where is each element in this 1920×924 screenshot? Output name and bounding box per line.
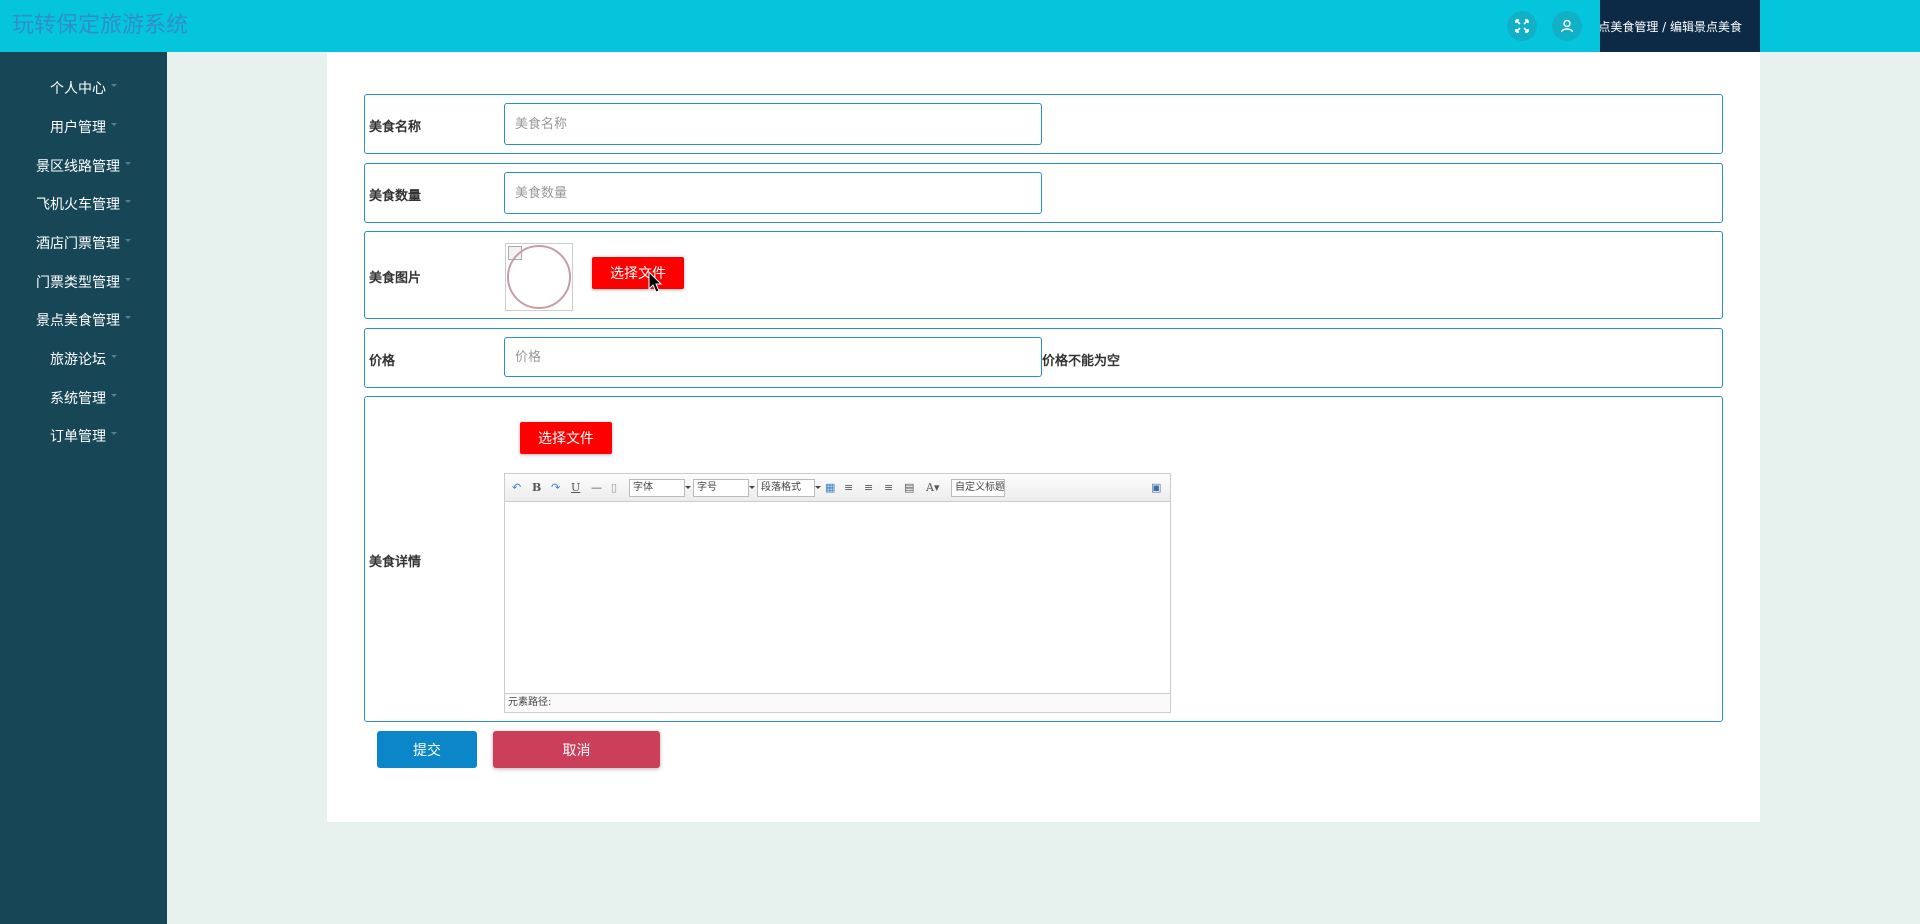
sidebar-item-label: 用户管理 (50, 120, 106, 136)
form-row-food-quantity: 美食数量 (364, 163, 1723, 223)
sidebar-item-order-management[interactable]: 订单管理 (0, 424, 167, 448)
mouse-cursor-icon (648, 271, 663, 293)
sidebar-item-label: 旅游论坛 (50, 352, 106, 368)
breadcrumb-text: 景点美食管理 / 编辑景点美食 (1600, 19, 1742, 34)
image-frame (507, 245, 571, 309)
clear-format-icon[interactable]: ▯ (611, 481, 617, 495)
file-button-label: 选择文件 (538, 431, 594, 447)
paragraph-format-label: 段落格式 (761, 482, 801, 493)
form-row-food-name: 美食名称 (364, 94, 1723, 154)
submit-label: 提交 (413, 742, 441, 759)
custom-title-label: 自定义标题 (955, 482, 1005, 493)
bold-icon[interactable]: B (532, 481, 541, 495)
editor-body[interactable] (505, 503, 1170, 693)
sidebar-item-label: 订单管理 (50, 429, 106, 445)
sidebar-item-ticket-type-management[interactable]: 门票类型管理 (0, 270, 167, 294)
dropdown-arrow-icon (749, 486, 755, 489)
caret-down-icon (111, 354, 117, 358)
caret-down-icon (125, 277, 131, 281)
form-row-food-image: 美食图片 选择文件 (364, 231, 1723, 319)
caret-down-icon (125, 199, 131, 203)
caret-down-icon (125, 238, 131, 242)
caret-down-icon (111, 83, 117, 87)
sidebar-item-label: 门票类型管理 (36, 275, 120, 291)
custom-title-select[interactable]: 自定义标题 (951, 479, 1005, 497)
font-color-icon[interactable]: A▾ (926, 481, 939, 495)
sidebar-item-label: 景区线路管理 (36, 159, 120, 175)
food-image-preview (505, 243, 573, 311)
align-left-icon[interactable]: ≡ (844, 481, 853, 495)
cancel-label: 取消 (562, 742, 591, 759)
sidebar-item-hotel-ticket-management[interactable]: 酒店门票管理 (0, 231, 167, 255)
food-image-label: 美食图片 (369, 271, 422, 286)
caret-down-icon (111, 431, 117, 435)
food-name-input[interactable] (504, 103, 1042, 145)
dropdown-arrow-icon (815, 486, 821, 489)
sidebar-item-label: 飞机火车管理 (36, 197, 120, 213)
details-file-select-button[interactable]: 选择文件 (520, 422, 612, 454)
source-code-icon[interactable]: ▣ (1151, 481, 1161, 495)
submit-button[interactable]: 提交 (377, 731, 477, 768)
sidebar-item-label: 酒店门票管理 (36, 236, 120, 252)
horizontal-rule-icon[interactable]: — (591, 481, 602, 495)
food-quantity-input[interactable] (504, 172, 1042, 214)
undo-icon[interactable]: ↶ (512, 481, 521, 495)
breadcrumb: 景点美食管理 / 编辑景点美食 (1600, 0, 1760, 52)
font-family-select[interactable]: 字体 (629, 479, 691, 497)
sidebar-item-label: 系统管理 (50, 391, 106, 407)
editor-toolbar: ↶ B ↷ U — ▯ 字体 字号 段落格式 ▦ ≡ ≡ ≡ ▤ A▾ 自定义标… (505, 474, 1170, 502)
sidebar-item-label: 景点美食管理 (36, 313, 120, 329)
redo-icon[interactable]: ↷ (551, 481, 560, 495)
sidebar-item-route-management[interactable]: 景区线路管理 (0, 154, 167, 178)
element-path-label: 元素路径: (508, 697, 552, 708)
font-family-label: 字体 (633, 482, 653, 493)
sidebar-item-system-management[interactable]: 系统管理 (0, 386, 167, 410)
expand-icon (1515, 19, 1529, 33)
form-row-food-details: 美食详情 选择文件 ↶ B ↷ U — ▯ 字体 字号 段落格式 ▦ ≡ ≡ ≡… (364, 396, 1723, 722)
caret-down-icon (125, 161, 131, 165)
price-validation-message: 价格不能为空 (1042, 354, 1121, 369)
caret-down-icon (111, 393, 117, 397)
sidebar-item-food-management[interactable]: 景点美食管理 (0, 308, 167, 332)
caret-down-icon (125, 315, 131, 319)
caret-down-icon (111, 122, 117, 126)
sidebar: 个人中心 用户管理 景区线路管理 飞机火车管理 酒店门票管理 门票类型管理 景点… (0, 52, 167, 924)
sidebar-item-user-management[interactable]: 用户管理 (0, 115, 167, 139)
rich-text-editor: ↶ B ↷ U — ▯ 字体 字号 段落格式 ▦ ≡ ≡ ≡ ▤ A▾ 自定义标… (504, 473, 1171, 713)
sidebar-item-travel-forum[interactable]: 旅游论坛 (0, 347, 167, 371)
underline-icon[interactable]: U (571, 481, 580, 495)
price-input[interactable] (504, 337, 1042, 377)
sidebar-item-label: 个人中心 (50, 81, 106, 97)
user-icon (1560, 19, 1574, 33)
align-right-icon[interactable]: ≡ (864, 481, 873, 495)
font-size-select[interactable]: 字号 (693, 479, 755, 497)
dropdown-arrow-icon (685, 486, 691, 489)
align-justify-icon[interactable]: ▤ (904, 481, 914, 495)
user-menu-button[interactable] (1552, 11, 1582, 41)
form-row-price: 价格 价格不能为空 (364, 328, 1723, 388)
table-icon[interactable]: ▦ (825, 481, 835, 495)
sidebar-item-personal-center[interactable]: 个人中心 (0, 76, 167, 100)
font-size-label: 字号 (697, 482, 717, 493)
sidebar-item-transport-management[interactable]: 飞机火车管理 (0, 192, 167, 216)
cancel-button[interactable]: 取消 (493, 731, 660, 768)
paragraph-format-select[interactable]: 段落格式 (757, 479, 821, 497)
food-details-label: 美食详情 (369, 555, 422, 570)
editor-status-bar: 元素路径: (505, 693, 1170, 712)
price-label: 价格 (369, 354, 396, 369)
align-center-icon[interactable]: ≡ (884, 481, 893, 495)
fullscreen-button[interactable] (1507, 11, 1537, 41)
top-bar: 玩转保定旅游系统 景点美食管理 / 编辑景点美食 (0, 0, 1920, 52)
app-title: 玩转保定旅游系统 (12, 13, 189, 38)
food-quantity-label: 美食数量 (369, 189, 422, 204)
food-name-label: 美食名称 (369, 120, 422, 135)
image-file-select-button[interactable]: 选择文件 (592, 257, 684, 289)
